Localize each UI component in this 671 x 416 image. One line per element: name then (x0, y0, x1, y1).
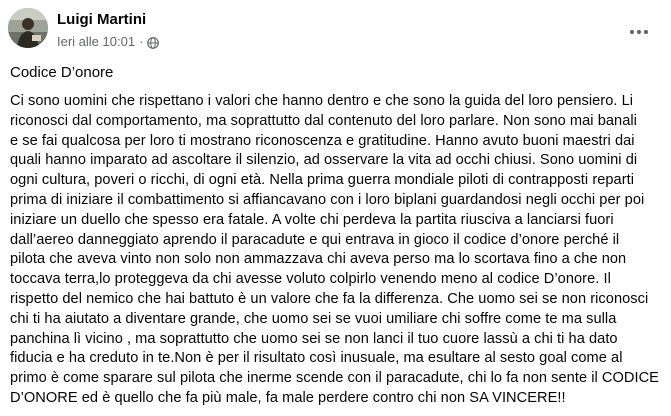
post-body-line: iniziare un duello che spesso era fatale… (10, 211, 614, 228)
post-body-line: Ci sono uomini che rispettano i valori c… (10, 93, 634, 109)
post-body-line: primo è come sparare sul pilota che iner… (10, 370, 659, 387)
more-options-icon (629, 29, 649, 35)
post-timestamp[interactable]: Ieri alle 10:01 (57, 34, 135, 50)
post-body-line: chi ti ha aiutato a diventare grande, ch… (10, 310, 617, 327)
post-body-line: dall’aereo danneggiato aprendo il paraca… (10, 231, 620, 248)
post-body-line: panchina lì vicino , ma soprattutto che … (10, 330, 618, 347)
post-body-line: pilota che aveva vinto non solo non amma… (10, 251, 627, 268)
author-name[interactable]: Luigi Martini (57, 11, 146, 29)
post-title: Codice D’onore (10, 64, 114, 81)
post-body-line: e se fai qualcosa per loro ti mostrano r… (10, 132, 635, 149)
post-body-line: D’ONORE ed è quello che fa più male, fa … (10, 389, 566, 406)
post-body-line: prima di iniziare il combattimento si af… (10, 191, 645, 208)
post-body-line: riconosci dal comportamento, ma soprattu… (10, 112, 637, 129)
author-avatar[interactable] (8, 8, 48, 48)
meta-separator: · (139, 34, 144, 49)
more-options-button[interactable] (621, 14, 657, 50)
post-body-line: toccava terra,lo proteggeva da chi avess… (10, 271, 611, 288)
post-body-line: rispetto del nemico che hai battuto è un… (10, 290, 649, 307)
post-body-line: quali hanno imparato ad ascoltare il sil… (10, 152, 638, 169)
avatar-photo (8, 8, 48, 48)
globe-icon[interactable] (147, 36, 160, 49)
post-body: Ci sono uomini che rispettano i valori c… (10, 92, 668, 409)
post-body-line: ogni cultura, poveri o ricchi, di ogni e… (10, 172, 635, 189)
post-meta: Ieri alle 10:01 · (57, 34, 160, 50)
facebook-post: Luigi Martini Ieri alle 10:01 · Codice D… (0, 0, 671, 416)
post-body-line: fiducia e ha creduto in te.Non è per il … (10, 350, 623, 367)
